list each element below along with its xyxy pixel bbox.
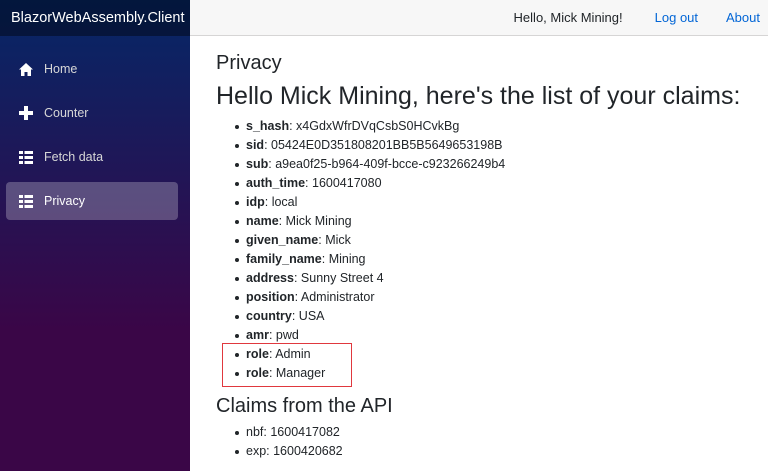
claim-value: Mick: [325, 233, 351, 247]
api-claim-item: nbf: 1600417082: [232, 423, 768, 442]
main-content: Privacy Hello Mick Mining, here's the li…: [216, 50, 768, 461]
nav-item-fetch-data[interactable]: Fetch data: [6, 138, 178, 176]
claim-key: address: [246, 271, 294, 285]
api-claim-value: 1600420682: [273, 444, 343, 458]
nav-item-label: Counter: [44, 106, 89, 120]
claim-key: name: [246, 214, 279, 228]
claim-item: family_name: Mining: [232, 250, 768, 269]
claim-item: sub: a9ea0f25-b964-409f-bcce-c923266249b…: [232, 155, 768, 174]
user-greeting: Hello, Mick Mining!: [513, 10, 623, 25]
page-title: Privacy: [216, 52, 282, 74]
claim-item: idp: local: [232, 193, 768, 212]
brand-link[interactable]: BlazorWebAssembly.Client: [11, 10, 185, 26]
nav-item-label: Home: [44, 62, 78, 76]
claim-item: country: USA: [232, 307, 768, 326]
api-claim-key: exp: [246, 444, 267, 458]
claim-item: address: Sunny Street 4: [232, 269, 768, 288]
claim-value: Administrator: [300, 290, 375, 304]
nav-item-home[interactable]: Home: [6, 50, 178, 88]
nav-item-counter[interactable]: Counter: [6, 94, 178, 132]
api-claims-list: nbf: 1600417082 exp: 1600420682: [216, 423, 768, 461]
claim-key: family_name: [246, 252, 322, 266]
sidebar: BlazorWebAssembly.Client Home Counter Fe…: [0, 0, 190, 471]
claim-item-role: role: Admin: [232, 345, 768, 364]
claim-key: role: [246, 366, 269, 380]
claims-heading: Hello Mick Mining, here's the list of yo…: [216, 82, 741, 110]
nav-item-label: Fetch data: [44, 150, 104, 164]
claim-value: pwd: [275, 328, 299, 342]
claim-value: Mining: [328, 252, 366, 266]
plus-icon: [18, 105, 34, 121]
api-claim-key: nbf: [246, 425, 264, 439]
claim-item: position: Administrator: [232, 288, 768, 307]
claim-value: Manager: [275, 366, 326, 380]
nav-item-label: Privacy: [44, 194, 85, 208]
claims-list: s_hash: x4GdxWfrDVqCsbS0HCvkBg sid: 0542…: [216, 117, 768, 383]
claim-key: auth_time: [246, 176, 306, 190]
claim-key: idp: [246, 195, 265, 209]
api-claim-value: 1600417082: [270, 425, 340, 439]
claim-value: x4GdxWfrDVqCsbS0HCvkBg: [296, 119, 460, 133]
claim-value: 05424E0D351808201BB5B5649653198B: [271, 138, 503, 152]
claim-item: amr: pwd: [232, 326, 768, 345]
top-bar: Hello, Mick Mining! Log out About: [190, 0, 768, 36]
logout-link[interactable]: Log out: [655, 10, 698, 25]
claim-value: local: [271, 195, 298, 209]
about-link[interactable]: About: [726, 10, 760, 25]
claim-item: given_name: Mick: [232, 231, 768, 250]
api-claims-heading: Claims from the API: [216, 395, 393, 417]
home-icon: [18, 61, 34, 77]
claim-item: s_hash: x4GdxWfrDVqCsbS0HCvkBg: [232, 117, 768, 136]
claim-value: 1600417080: [312, 176, 382, 190]
claim-key: sub: [246, 157, 269, 171]
claim-item: sid: 05424E0D351808201BB5B5649653198B: [232, 136, 768, 155]
claim-key: role: [246, 347, 269, 361]
claim-item-role: role: Manager: [232, 364, 768, 383]
claim-key: given_name: [246, 233, 319, 247]
claim-value: a9ea0f25-b964-409f-bcce-c923266249b4: [275, 157, 506, 171]
api-claim-item: exp: 1600420682: [232, 442, 768, 461]
claim-item: auth_time: 1600417080: [232, 174, 768, 193]
nav-menu: Home Counter Fetch data Privacy: [0, 36, 190, 220]
list-icon: [18, 193, 34, 209]
claim-value: Mick Mining: [285, 214, 352, 228]
claim-key: s_hash: [246, 119, 290, 133]
list-icon: [18, 149, 34, 165]
claim-value: USA: [298, 309, 325, 323]
claim-key: position: [246, 290, 295, 304]
claim-key: sid: [246, 138, 265, 152]
claim-key: country: [246, 309, 292, 323]
claim-value: Sunny Street 4: [300, 271, 384, 285]
claim-value: Admin: [275, 347, 311, 361]
claim-item: name: Mick Mining: [232, 212, 768, 231]
brand-bar: BlazorWebAssembly.Client: [0, 0, 190, 36]
claim-key: amr: [246, 328, 269, 342]
nav-item-privacy[interactable]: Privacy: [6, 182, 178, 220]
